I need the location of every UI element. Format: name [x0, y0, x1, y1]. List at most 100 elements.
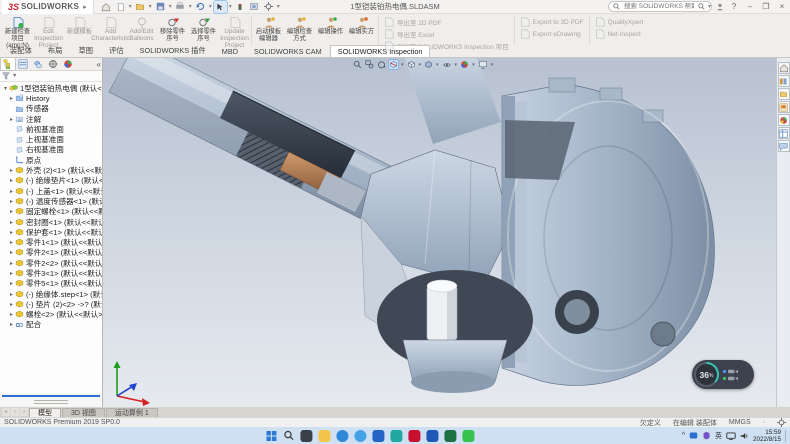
tree-item[interactable]: 上视基准面: [0, 134, 102, 144]
security-shield-icon[interactable]: [702, 431, 711, 440]
taskbar-search-icon[interactable]: [283, 430, 294, 441]
view-settings-button[interactable]: [478, 60, 488, 69]
tree-item[interactable]: ▸密封圈<1> (默认<<默认>_显示状态: [0, 217, 102, 227]
select-caret-icon[interactable]: ▾: [229, 3, 232, 10]
section-view-caret-icon[interactable]: ▾: [401, 62, 404, 68]
ribbon-button-edit-actual[interactable]: 编辑实方: [346, 15, 377, 47]
tree-expand-icon[interactable]: ▸: [8, 116, 15, 123]
tree-expand-icon[interactable]: ▸: [8, 177, 15, 184]
tree-expand-icon[interactable]: ▸: [8, 198, 15, 205]
ribbon-button-edit-inspection-method[interactable]: 编辑检查方式: [284, 15, 315, 47]
view-settings-caret-icon[interactable]: ▾: [491, 62, 494, 68]
search-scope-icon[interactable]: [698, 3, 705, 10]
previous-view-button[interactable]: [377, 60, 386, 69]
status-options-icon[interactable]: [777, 418, 786, 427]
tree-item[interactable]: ▸(-) 绝缘体.step<1> (默认<<默认>_显示状态: [0, 289, 102, 299]
solidworks-logo[interactable]: 3S SOLIDWORKS ▸: [2, 0, 94, 14]
tree-item[interactable]: ▸外壳 (2)<1> (默认<<默认>_显示状态: [0, 165, 102, 175]
tab-solidworks-cam[interactable]: SOLIDWORKS CAM: [246, 45, 330, 57]
menu-expand-icon[interactable]: ▸: [83, 3, 87, 11]
save-button[interactable]: [154, 1, 167, 13]
select-button[interactable]: [214, 1, 227, 13]
open-button[interactable]: [134, 1, 147, 13]
taskpane-tab-appearances[interactable]: [778, 114, 790, 126]
tree-item[interactable]: ▸(-) 垫片 (2)<2> ->? (默认<<默认>_显示状态: [0, 299, 102, 309]
tree-expand-icon[interactable]: ▸: [8, 321, 15, 328]
tree-expand-icon[interactable]: ▸: [8, 167, 15, 174]
tree-expand-icon[interactable]: ▸: [8, 311, 15, 318]
ribbon-button-select-balloons[interactable]: 选择零件序号: [188, 15, 219, 47]
doc-tab-nav[interactable]: ›: [20, 408, 28, 416]
app-teal-taskbar-icon[interactable]: [390, 430, 402, 442]
tree-expand-icon[interactable]: ▸: [8, 239, 15, 246]
login-icon[interactable]: [716, 3, 724, 11]
undo-button[interactable]: [194, 1, 207, 13]
doc-tab-motion-study[interactable]: 运动算例 1: [106, 408, 158, 417]
taskpane-tab-file-explorer[interactable]: [778, 88, 790, 100]
ime-indicator[interactable]: 英: [715, 431, 722, 441]
ribbon-button-remove-balloons[interactable]: 移除零件序号: [157, 15, 188, 47]
new-document-caret-icon[interactable]: ▾: [129, 3, 132, 10]
help-button[interactable]: ?: [728, 2, 740, 11]
overlay-recorder-widget[interactable]: 36%: [692, 360, 754, 389]
panel-tab-propertymanager[interactable]: [16, 58, 30, 70]
hide-show-items-button[interactable]: [442, 61, 452, 69]
section-view-button[interactable]: [389, 60, 398, 69]
excel-taskbar-icon[interactable]: [444, 430, 456, 442]
tree-item[interactable]: ▸配合: [0, 320, 102, 330]
tree-expand-icon[interactable]: ▸: [8, 188, 15, 195]
tree-expand-icon[interactable]: ▸: [8, 249, 15, 256]
tray-clock[interactable]: 15:59 2022/8/15: [753, 429, 781, 443]
tree-item[interactable]: ▸(-) 温度传感器<1> (默认<<默认>_显示状态: [0, 196, 102, 206]
file-explorer-taskbar-icon[interactable]: [318, 430, 330, 442]
taskpane-tab-forum[interactable]: [778, 140, 790, 152]
tree-item[interactable]: 右视基准面: [0, 145, 102, 155]
tree-item[interactable]: ▸零件2<1> (默认<<默认>_显示状态: [0, 248, 102, 258]
tree-item[interactable]: 传感器: [0, 104, 102, 114]
tree-expand-icon[interactable]: ▸: [8, 95, 15, 102]
view-orientation-caret-icon[interactable]: ▾: [419, 62, 422, 68]
volume-icon[interactable]: [740, 432, 749, 440]
tree-item[interactable]: ▸固定螺栓<1> (默认<<默认>_显示状态: [0, 207, 102, 217]
search-caret-icon[interactable]: ▾: [708, 3, 711, 10]
show-desktop-button[interactable]: [785, 430, 787, 442]
browser-taskbar-icon[interactable]: [354, 430, 366, 442]
tree-item[interactable]: ▸螺栓<2> (默认<<默认>_显示状态: [0, 310, 102, 320]
hide-show-items-caret-icon[interactable]: ▾: [455, 62, 458, 68]
doc-tab-nav[interactable]: «: [2, 408, 10, 416]
tree-item[interactable]: 前视基准面: [0, 124, 102, 134]
tree-item[interactable]: ▸History: [0, 93, 102, 103]
doc-tab-model[interactable]: 模型: [29, 408, 61, 417]
open-caret-icon[interactable]: ▾: [149, 3, 152, 10]
ribbon-button-edit-operation[interactable]: 编辑操作: [315, 15, 346, 47]
taskpane-tab-custom-properties[interactable]: [778, 127, 790, 139]
restore-button[interactable]: ❐: [760, 2, 772, 11]
options-button[interactable]: [262, 1, 275, 13]
options-caret-icon[interactable]: ▾: [277, 3, 280, 10]
new-document-button[interactable]: [114, 1, 127, 13]
tree-expand-icon[interactable]: ▸: [8, 229, 15, 236]
search-input[interactable]: [622, 2, 696, 11]
tree-expand-icon[interactable]: ▸: [8, 208, 15, 215]
tree-item[interactable]: ▾1型铠装铂热电偶 (默认<默认_显示状态-1>: [0, 83, 102, 93]
panel-collapse-button[interactable]: «: [97, 60, 101, 69]
network-display-icon[interactable]: [726, 432, 736, 440]
taskpane-tab-home[interactable]: [778, 62, 790, 74]
home-button[interactable]: [100, 1, 113, 13]
tree-item[interactable]: ▸(-) 上盖<1> (默认<<默认>_显示状态: [0, 186, 102, 196]
wechat-taskbar-icon[interactable]: [462, 430, 474, 442]
display-style-button[interactable]: [424, 60, 433, 69]
widget-row-tools[interactable]: [723, 376, 738, 381]
zoom-area-button[interactable]: [365, 60, 374, 69]
display-style-caret-icon[interactable]: ▾: [436, 62, 439, 68]
tree-item[interactable]: ▸零件3<1> (默认<<默认>_显示状态: [0, 268, 102, 278]
solidworks-taskbar-icon[interactable]: [408, 430, 420, 442]
tree-expand-icon[interactable]: ▾: [2, 85, 9, 92]
edit-appearance-button[interactable]: [460, 60, 469, 69]
ribbon-button-new-inspection-project[interactable]: 新建检查项目 (amp;N): [2, 15, 33, 47]
tab-solidworks-inspection[interactable]: SOLIDWORKS Inspection: [330, 45, 431, 57]
panel-tab-dimxpert[interactable]: [46, 58, 60, 70]
print-button[interactable]: [174, 1, 187, 13]
edge-browser-taskbar-icon[interactable]: [336, 430, 348, 442]
tree-expand-icon[interactable]: ▸: [8, 291, 15, 298]
